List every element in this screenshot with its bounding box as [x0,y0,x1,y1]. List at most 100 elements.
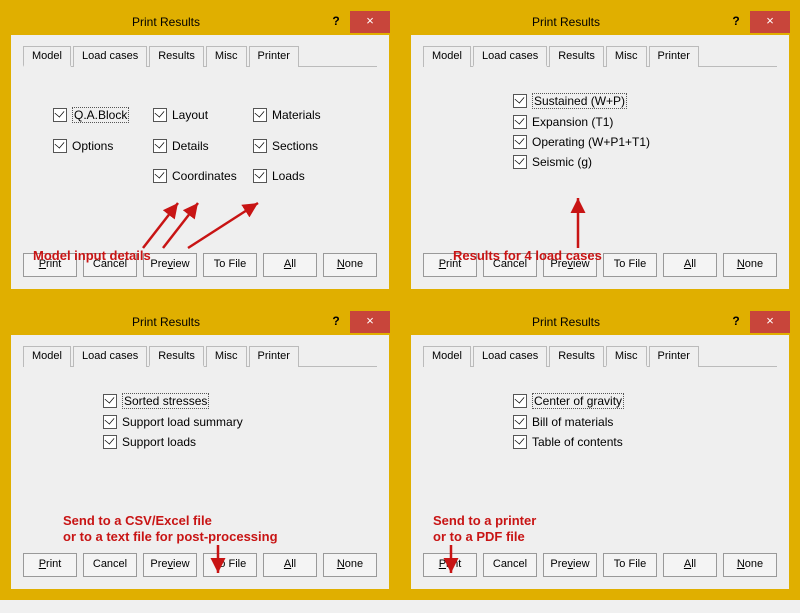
all-button[interactable]: All [663,253,717,277]
help-button[interactable]: ? [322,311,350,333]
checkbox-support-summary[interactable] [103,415,117,429]
tab-results[interactable]: Results [549,346,604,367]
checkbox-layout[interactable] [153,108,167,122]
cancel-button[interactable]: Cancel [83,553,137,577]
dialog-body: Model Load cases Results Misc Printer So… [10,334,390,590]
none-button[interactable]: None [323,553,377,577]
checkbox-toc[interactable] [513,435,527,449]
checkbox-support-loads[interactable] [103,435,117,449]
close-button[interactable]: × [350,11,390,33]
help-button[interactable]: ? [322,11,350,33]
tab-loadcases[interactable]: Load cases [473,46,547,67]
label-sustained: Sustained (W+P) [532,93,627,109]
dialog-body: Model Load cases Results Misc Printer Su… [410,34,790,290]
dialog-title: Print Results [10,15,322,29]
checkbox-materials[interactable] [253,108,267,122]
cancel-button[interactable]: Cancel [483,553,537,577]
dialog-title: Print Results [10,315,322,329]
checkbox-options[interactable] [53,139,67,153]
help-button[interactable]: ? [722,11,750,33]
tofile-button[interactable]: To File [203,253,257,277]
close-button[interactable]: × [750,311,790,333]
tofile-button[interactable]: To File [203,553,257,577]
checkbox-sections[interactable] [253,139,267,153]
tab-model[interactable]: Model [423,46,471,67]
label-support-summary: Support load summary [122,415,243,429]
label-support-loads: Support loads [122,435,196,449]
label-loads: Loads [272,169,305,183]
label-seismic: Seismic (g) [532,155,592,169]
tab-loadcases[interactable]: Load cases [473,346,547,367]
tab-misc[interactable]: Misc [606,46,647,67]
annotation-results-l1: Send to a CSV/Excel file [63,513,212,528]
preview-button[interactable]: Preview [543,253,597,277]
label-details: Details [172,139,209,153]
dialog-title: Print Results [410,315,722,329]
preview-button[interactable]: Preview [543,553,597,577]
label-bom: Bill of materials [532,415,613,429]
all-button[interactable]: All [263,553,317,577]
none-button[interactable]: None [723,253,777,277]
checkbox-expansion[interactable] [513,115,527,129]
tab-misc[interactable]: Misc [206,346,247,367]
annotation-results-l2: or to a text file for post-processing [63,529,278,544]
dialog-title: Print Results [410,15,722,29]
tab-results[interactable]: Results [149,346,204,367]
tab-loadcases[interactable]: Load cases [73,46,147,67]
checkbox-qa-block[interactable] [53,108,67,122]
label-sections: Sections [272,139,318,153]
tab-printer[interactable]: Printer [249,46,299,67]
preview-button[interactable]: Preview [143,553,197,577]
tab-model[interactable]: Model [423,346,471,367]
checkbox-details[interactable] [153,139,167,153]
checkbox-cog[interactable] [513,394,527,408]
checkbox-sorted-stresses[interactable] [103,394,117,408]
titlebar: Print Results ? × [410,10,790,34]
tab-printer[interactable]: Printer [649,46,699,67]
print-button[interactable]: Print [423,553,477,577]
label-sorted-stresses: Sorted stresses [122,393,209,409]
print-button[interactable]: Print [23,253,77,277]
all-button[interactable]: All [263,253,317,277]
dialog-model: Print Results ? × Model Load cases Resul… [0,0,400,300]
tab-loadcases[interactable]: Load cases [73,346,147,367]
checkbox-operating[interactable] [513,135,527,149]
tab-content: Center of gravity Bill of materials Tabl… [423,373,777,547]
tab-results[interactable]: Results [549,46,604,67]
annotation-misc-l1: Send to a printer [433,513,536,528]
tab-content: Q.A.Block Layout Materials Options Detai… [23,73,377,247]
tofile-button[interactable]: To File [603,253,657,277]
close-button[interactable]: × [350,311,390,333]
annotation-misc-l2: or to a PDF file [433,529,525,544]
tab-misc[interactable]: Misc [606,346,647,367]
print-button[interactable]: Print [423,253,477,277]
button-row: Print Cancel Preview To File All None [23,553,377,577]
tab-printer[interactable]: Printer [649,346,699,367]
checkbox-bom[interactable] [513,415,527,429]
dialog-body: Model Load cases Results Misc Printer Q.… [10,34,390,290]
tab-misc[interactable]: Misc [206,46,247,67]
none-button[interactable]: None [723,553,777,577]
help-button[interactable]: ? [722,311,750,333]
tab-results[interactable]: Results [149,46,204,67]
tab-model[interactable]: Model [23,46,71,67]
label-expansion: Expansion (T1) [532,115,613,129]
tab-model[interactable]: Model [23,346,71,367]
none-button[interactable]: None [323,253,377,277]
tab-printer[interactable]: Printer [249,346,299,367]
all-button[interactable]: All [663,553,717,577]
label-qa-block: Q.A.Block [72,107,129,123]
preview-button[interactable]: Preview [143,253,197,277]
label-materials: Materials [272,108,321,122]
cancel-button[interactable]: Cancel [483,253,537,277]
tofile-button[interactable]: To File [603,553,657,577]
checkbox-sustained[interactable] [513,94,527,108]
close-button[interactable]: × [750,11,790,33]
checkbox-loads[interactable] [253,169,267,183]
cancel-button[interactable]: Cancel [83,253,137,277]
print-button[interactable]: Print [23,553,77,577]
tabstrip: Model Load cases Results Misc Printer [423,345,777,367]
checkbox-coordinates[interactable] [153,169,167,183]
dialog-body: Model Load cases Results Misc Printer Ce… [410,334,790,590]
checkbox-seismic[interactable] [513,155,527,169]
